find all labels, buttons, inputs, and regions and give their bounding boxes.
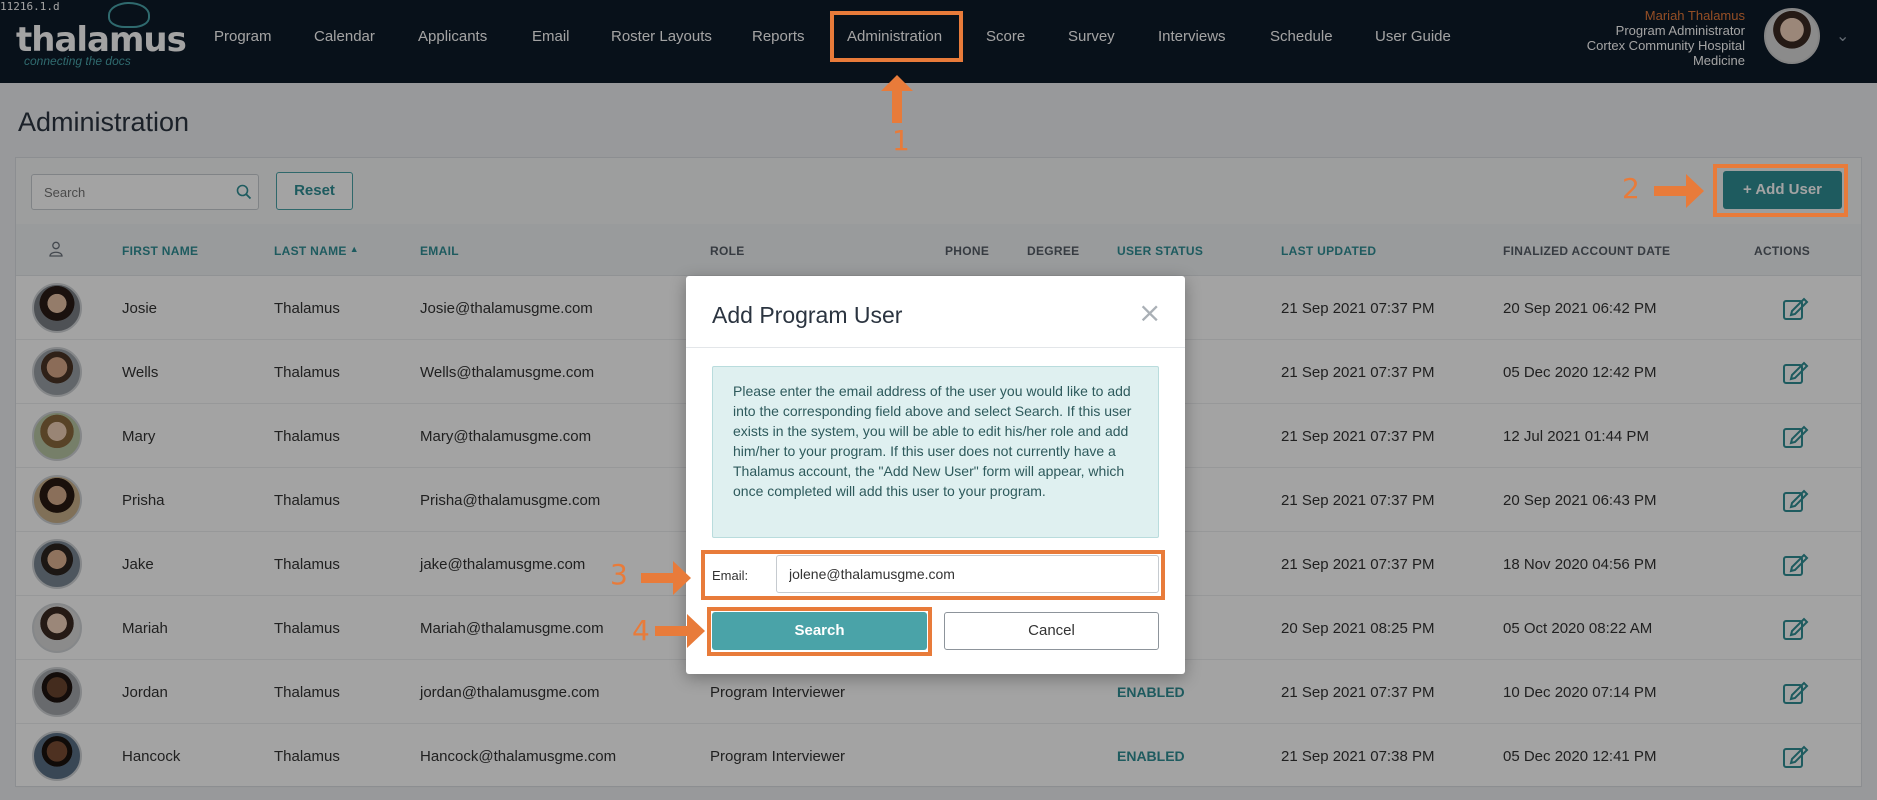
step-1-label: 1 [892, 124, 910, 157]
arrow-up-icon [881, 75, 913, 123]
arrow-right-icon [1654, 174, 1704, 208]
modal-info-text: Please enter the email address of the us… [712, 366, 1159, 538]
arrow-right-icon [655, 614, 705, 648]
highlight-search-button [707, 607, 932, 656]
highlight-administration [830, 11, 963, 62]
step-2-label: 2 [1622, 172, 1640, 205]
step-4-label: 4 [632, 614, 650, 647]
highlight-email-field [701, 550, 1165, 600]
close-icon[interactable]: × [1138, 296, 1161, 329]
highlight-add-user [1713, 164, 1848, 217]
arrow-right-icon [641, 561, 691, 595]
step-3-label: 3 [610, 558, 628, 591]
modal-title: Add Program User [712, 302, 903, 328]
cancel-button[interactable]: Cancel [944, 612, 1159, 650]
modal-divider [686, 347, 1185, 348]
